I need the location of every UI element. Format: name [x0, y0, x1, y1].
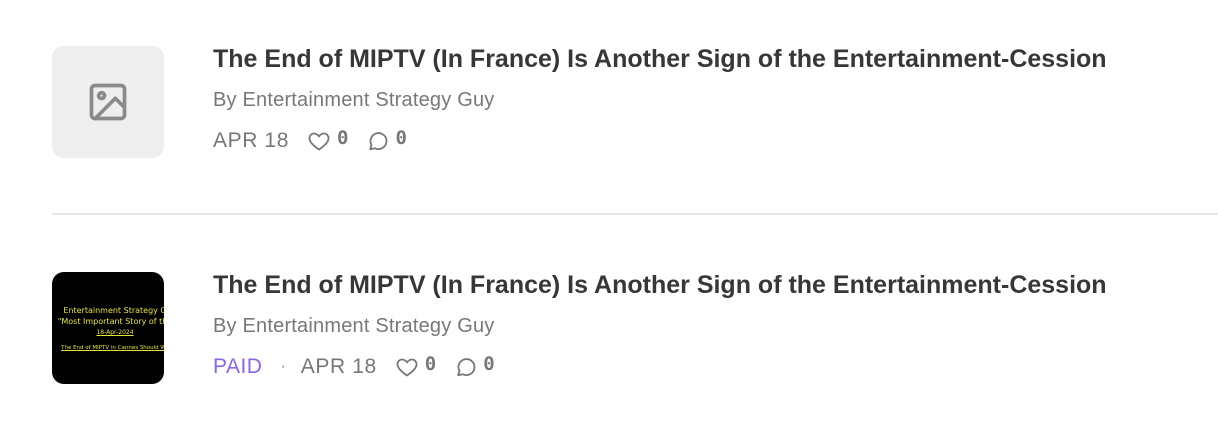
- cover-text-line: The End of MIPTV in Cannes Should Wo: [61, 345, 164, 351]
- like-button[interactable]: 0: [394, 353, 437, 379]
- comment-icon: [457, 358, 476, 377]
- comment-icon: [369, 132, 388, 151]
- post-item[interactable]: The End of MIPTV (In France) Is Another …: [52, 45, 1218, 158]
- cover-text-line: 18-Apr-2024: [96, 329, 134, 336]
- post-date: APR 18: [300, 355, 377, 378]
- post-author[interactable]: By Entertainment Strategy Guy: [213, 314, 1107, 338]
- paid-badge: PAID: [213, 355, 263, 378]
- post-author[interactable]: By Entertainment Strategy Guy: [213, 88, 1107, 112]
- cover-text-line: "Most Important Story of the: [57, 317, 164, 326]
- post-meta: PAID · APR 18 0 0: [213, 353, 1107, 380]
- post-item[interactable]: Entertainment Strategy G "Most Important…: [52, 271, 1218, 384]
- meta-separator: ·: [280, 358, 286, 375]
- comment-count: 0: [395, 127, 407, 149]
- cover-text-line: Entertainment Strategy G: [63, 306, 164, 315]
- post-thumbnail[interactable]: [52, 46, 164, 158]
- like-count: 0: [336, 127, 349, 149]
- comment-count: 0: [483, 353, 495, 375]
- comment-button[interactable]: 0: [366, 127, 407, 153]
- post-title[interactable]: The End of MIPTV (In France) Is Another …: [213, 45, 1107, 73]
- post-info: The End of MIPTV (In France) Is Another …: [213, 271, 1107, 380]
- post-info: The End of MIPTV (In France) Is Another …: [213, 45, 1107, 154]
- post-date: APR 18: [213, 129, 289, 152]
- post-thumbnail[interactable]: Entertainment Strategy G "Most Important…: [52, 272, 164, 384]
- divider: [52, 213, 1218, 215]
- heart-icon: [308, 132, 330, 151]
- heart-icon: [396, 358, 418, 377]
- image-placeholder-icon: [89, 83, 127, 121]
- post-meta: APR 18 0 0: [213, 127, 1107, 154]
- comment-button[interactable]: 0: [454, 353, 495, 379]
- like-count: 0: [424, 353, 437, 375]
- post-title[interactable]: The End of MIPTV (In France) Is Another …: [213, 271, 1107, 299]
- like-button[interactable]: 0: [306, 127, 349, 153]
